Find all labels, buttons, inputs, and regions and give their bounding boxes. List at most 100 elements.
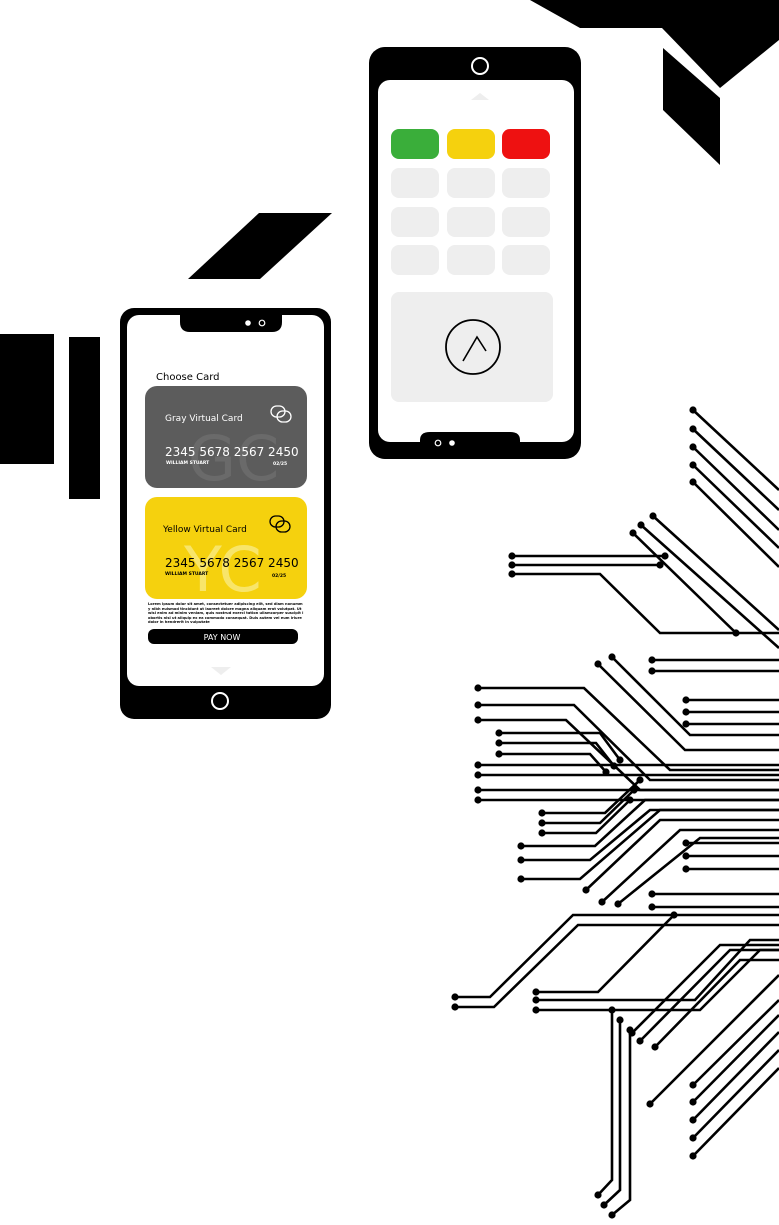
- circuit-pad: [661, 552, 669, 560]
- illustration-canvas: Choose Card GC Gray Virtual Card 2345 56…: [0, 0, 779, 1219]
- circuit-pad: [474, 684, 482, 692]
- circuit-pad: [538, 829, 546, 837]
- circuit-trace: [601, 828, 779, 903]
- circuit-pad: [648, 667, 656, 675]
- circuit-pad: [626, 1026, 634, 1034]
- circuit-pad: [532, 996, 540, 1004]
- circuit-pad: [495, 750, 503, 758]
- choose-card-phone: Choose Card GC Gray Virtual Card 2345 56…: [120, 308, 331, 719]
- circuit-pad: [646, 1100, 654, 1108]
- card-expiry: 02/25: [273, 461, 287, 467]
- circuit-pad: [616, 1016, 624, 1024]
- circuit-pad: [648, 903, 656, 911]
- circuit-pad: [538, 809, 546, 817]
- circuit-pad: [682, 708, 690, 716]
- circuit-pad: [451, 1003, 459, 1011]
- circuit-pad: [474, 716, 482, 724]
- circuit-trace: [692, 999, 779, 1086]
- key-blank[interactable]: [391, 168, 439, 198]
- circuit-pad: [451, 993, 459, 1001]
- circuit-board-traces: [455, 409, 779, 1216]
- key-blank[interactable]: [391, 207, 439, 237]
- submit-circle-button[interactable]: [445, 319, 501, 375]
- circuit-pad: [474, 701, 482, 709]
- circuit-pad: [532, 988, 540, 996]
- fine-print-container: Lorem ipsum dolor sit amet, consectetuer…: [148, 602, 303, 624]
- circuit-pad: [610, 762, 618, 770]
- circuit-pad: [608, 653, 616, 661]
- circuit-pad: [600, 1201, 608, 1209]
- card-holder: WILLIAM STUART: [166, 460, 210, 466]
- phone-notch: [420, 432, 520, 442]
- circuit-pad: [594, 1191, 602, 1199]
- circuit-pad: [474, 786, 482, 794]
- circuit-trace: [692, 1014, 779, 1103]
- circuit-pad: [626, 796, 634, 804]
- pay-now-button[interactable]: PAY NOW: [148, 629, 298, 644]
- key-yellow[interactable]: [447, 129, 495, 159]
- circuit-trace: [640, 524, 779, 649]
- circuit-pad: [538, 819, 546, 827]
- circuit-pad: [649, 512, 657, 520]
- circuit-pad: [689, 443, 697, 451]
- circuit-pad: [636, 776, 644, 784]
- camera-dot-icon: [449, 440, 455, 446]
- circuit-pad: [474, 771, 482, 779]
- circuit-pad: [614, 900, 622, 908]
- circuit-pad: [629, 529, 637, 537]
- circuit-pad: [517, 856, 525, 864]
- key-blank[interactable]: [391, 245, 439, 275]
- card-name: Yellow Virtual Card: [162, 525, 247, 535]
- gray-virtual-card[interactable]: GC Gray Virtual Card 2345 5678 2567 2450…: [145, 386, 307, 495]
- card-number: 2345 5678 2567 2450: [165, 556, 299, 570]
- circuit-pad: [517, 842, 525, 850]
- circuit-pad: [682, 865, 690, 873]
- yellow-virtual-card[interactable]: YC Yellow Virtual Card 2345 5678 2567 24…: [145, 497, 307, 606]
- keypad-phone: [369, 47, 581, 459]
- circuit-pad: [651, 1043, 659, 1051]
- circuit-pad: [602, 768, 610, 776]
- key-blank[interactable]: [502, 245, 550, 275]
- circuit-pad: [682, 852, 690, 860]
- key-blank[interactable]: [502, 207, 550, 237]
- key-blank[interactable]: [502, 168, 550, 198]
- circuit-trace: [499, 731, 622, 761]
- key-red[interactable]: [502, 129, 550, 159]
- deco-bar-left-1: [0, 334, 54, 464]
- circuit-trace: [692, 481, 779, 568]
- circuit-pad: [508, 552, 516, 560]
- key-green[interactable]: [391, 129, 439, 159]
- circuit-pad: [474, 761, 482, 769]
- circuit-pad: [689, 1116, 697, 1124]
- circuit-pad: [682, 696, 690, 704]
- circuit-pad: [682, 720, 690, 728]
- card-holder: WILLIAM STUART: [165, 571, 209, 577]
- circuit-trace: [692, 446, 779, 531]
- circuit-trace: [692, 1031, 779, 1121]
- circuit-pad: [682, 839, 690, 847]
- circuit-pad: [670, 911, 678, 919]
- circuit-trace: [692, 1049, 779, 1139]
- circuit-pad: [616, 756, 624, 764]
- circuit-pad: [608, 1211, 616, 1219]
- circuit-pad: [689, 461, 697, 469]
- circuit-trace: [536, 914, 675, 994]
- circuit-trace: [692, 428, 779, 511]
- circuit-pad: [637, 521, 645, 529]
- key-blank[interactable]: [447, 245, 495, 275]
- circuit-trace: [542, 779, 641, 815]
- circuit-pad: [732, 629, 740, 637]
- circuit-trace: [597, 663, 779, 752]
- key-blank[interactable]: [447, 207, 495, 237]
- circuit-pad: [495, 729, 503, 737]
- pay-now-label: PAY NOW: [204, 633, 241, 642]
- circuit-pad: [636, 1037, 644, 1045]
- circuit-pad: [517, 875, 525, 883]
- deco-slash-mid: [188, 213, 332, 279]
- circuit-trace: [692, 1067, 779, 1157]
- key-blank[interactable]: [447, 168, 495, 198]
- circuit-trace: [499, 752, 607, 773]
- circuit-pad: [508, 570, 516, 578]
- circuit-pad: [532, 1006, 540, 1014]
- circuit-pad: [582, 886, 590, 894]
